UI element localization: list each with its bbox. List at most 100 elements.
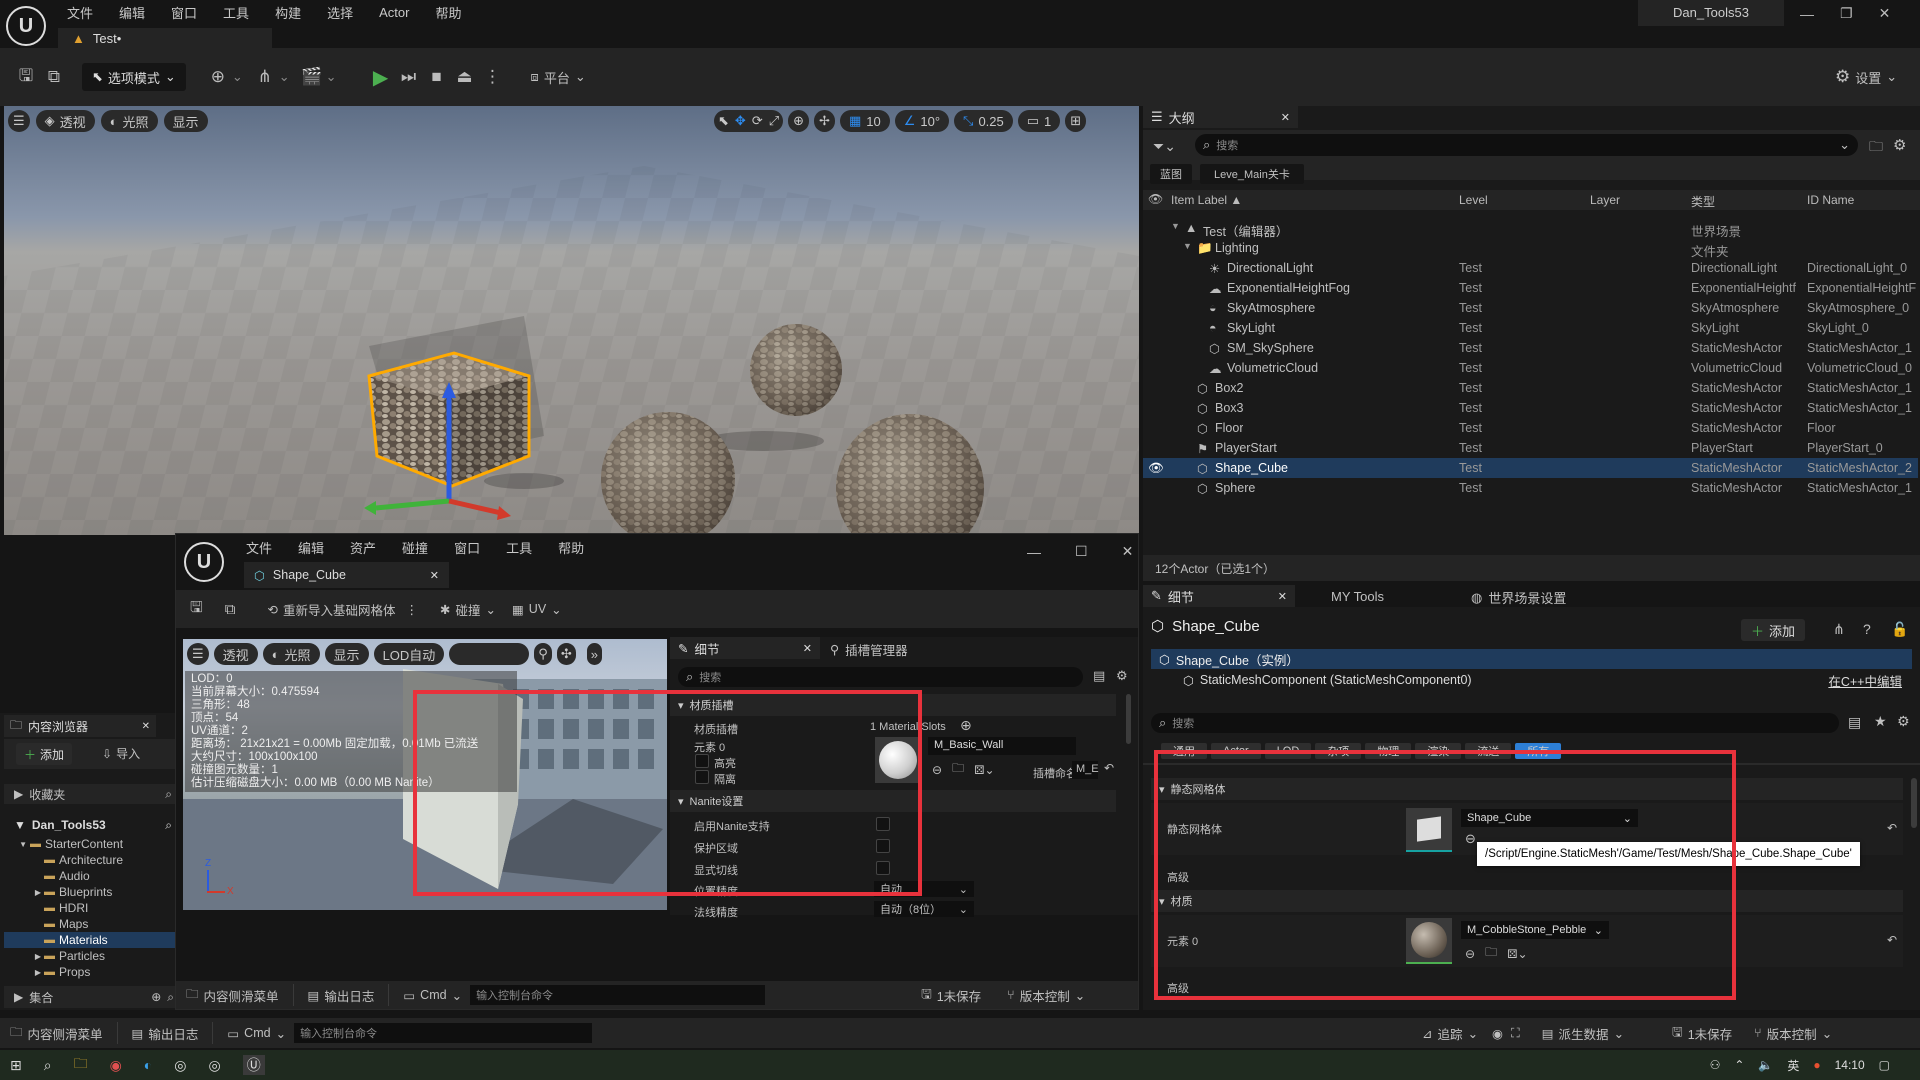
mode-select-button[interactable]: ⬉ 选项模式 ⌄ bbox=[82, 63, 186, 91]
unreal-logo-icon[interactable]: U bbox=[6, 6, 46, 46]
folder-item[interactable]: ▬ Architecture bbox=[4, 852, 178, 868]
cb-add-button[interactable]: ＋ 添加 bbox=[16, 743, 73, 765]
mesh-details-scrollbar[interactable] bbox=[1126, 694, 1131, 744]
use-selected-icon[interactable]: ⊖ bbox=[932, 763, 942, 777]
menu-item[interactable]: 窗口 bbox=[171, 3, 197, 22]
header-id-name[interactable]: ID Name bbox=[1807, 193, 1854, 207]
menu-item[interactable]: 工具 bbox=[223, 3, 249, 22]
world-local-button[interactable]: ⊕ bbox=[788, 110, 810, 132]
save-icon[interactable]: 🖫 bbox=[190, 597, 203, 622]
gear-icon[interactable]: ⚙ bbox=[1893, 136, 1906, 154]
outliner-row[interactable]: ⬡ SM_SkySphere Test StaticMeshActor StaticMe… bbox=[1143, 338, 1918, 358]
reset-icon[interactable]: ↶ bbox=[1887, 933, 1897, 947]
texture-options-icon[interactable]: ⚄⌄ bbox=[974, 763, 994, 777]
help-icon[interactable]: ? bbox=[1863, 621, 1871, 637]
chevron-down-icon[interactable]: ⌄ bbox=[232, 69, 243, 85]
menu-item[interactable]: 窗口 bbox=[454, 538, 480, 557]
mesh-details-search[interactable]: ⌕ 搜索 bbox=[678, 667, 1083, 687]
content-drawer-button[interactable]: 🗀 内容侧滑菜单 bbox=[10, 1023, 103, 1044]
advance-frame-icon[interactable]: ⏭ bbox=[395, 63, 423, 91]
slot-name-field[interactable]: M_E bbox=[1072, 761, 1099, 779]
select-icon[interactable]: ⬉ bbox=[718, 113, 729, 129]
project-row[interactable]: ▼ Dan_Tools53 ⌕ bbox=[4, 815, 178, 835]
rotation-snap-button[interactable]: ∠ 10° bbox=[894, 110, 950, 132]
menu-item[interactable]: 编辑 bbox=[298, 538, 324, 557]
gear-icon[interactable]: ⚙ bbox=[1897, 713, 1910, 730]
console-input[interactable]: 输入控制台命令 bbox=[470, 985, 766, 1005]
outliner-row[interactable]: ☁ VolumetricCloud Test VolumetricCloud Volum… bbox=[1143, 358, 1918, 378]
show-button[interactable]: 显示 bbox=[163, 110, 208, 132]
camera-tool-button[interactable]: ⚲ bbox=[534, 643, 552, 665]
viewport-menu-button[interactable]: ☰ bbox=[187, 643, 209, 665]
surface-snap-button[interactable]: ✢ bbox=[814, 110, 835, 132]
ime-icon[interactable]: 英 bbox=[1787, 1057, 1799, 1074]
close-icon[interactable]: ✕ bbox=[1278, 590, 1287, 603]
menu-item[interactable]: 帮助 bbox=[435, 3, 461, 22]
derived-data-button[interactable]: ▤ 派生数据 ⌄ bbox=[1542, 1024, 1624, 1043]
more-options-icon[interactable]: ⋮ bbox=[479, 63, 507, 91]
socket-manager-tab[interactable]: ⚲ 插槽管理器 bbox=[830, 640, 908, 659]
minimize-icon[interactable]: — bbox=[1800, 6, 1814, 22]
folder-item[interactable]: ▬ Audio bbox=[4, 868, 178, 884]
chevron-down-icon[interactable]: ⌄ bbox=[279, 69, 290, 85]
more-options-icon[interactable]: ⋮ bbox=[406, 602, 419, 617]
outliner-row[interactable]: ⬡ Box2 Test StaticMeshActor StaticMeshActor_… bbox=[1143, 378, 1918, 398]
add-collection-icon[interactable]: ⊕ bbox=[151, 990, 161, 1004]
restore-icon[interactable]: ❐ bbox=[1840, 5, 1853, 22]
file-explorer-icon[interactable]: 🗀 bbox=[74, 1053, 88, 1077]
scale-snap-button[interactable]: ⤡ 0.25 bbox=[954, 110, 1013, 132]
star-icon[interactable]: ★ bbox=[1874, 713, 1887, 730]
folder-item[interactable]: ▼ ▬ StarterContent bbox=[4, 836, 178, 852]
chevron-down-icon[interactable]: ⌄ bbox=[326, 69, 337, 85]
snap-tool-button[interactable]: ✣ bbox=[556, 643, 576, 665]
browse-folder-icon[interactable]: 🗀 bbox=[952, 759, 964, 780]
camera-speed-button[interactable]: ▭ 1 bbox=[1017, 110, 1061, 132]
component-row[interactable]: ⬡ StaticMeshComponent (StaticMeshCompone… bbox=[1151, 670, 1912, 690]
source-control-button[interactable]: ⑂ 版本控制 ⌄ bbox=[1754, 1024, 1832, 1043]
rotate-icon[interactable]: ⟳ bbox=[752, 113, 763, 129]
save-icon[interactable]: 🖫 bbox=[12, 63, 40, 91]
chevron-up-icon[interactable]: ⌃ bbox=[1734, 1058, 1744, 1072]
show-button[interactable]: 显示 bbox=[324, 643, 369, 665]
folder-item[interactable]: ▬ Materials bbox=[4, 932, 178, 948]
edge-icon[interactable]: ◐ bbox=[144, 1057, 152, 1073]
search-icon[interactable]: ⌕ bbox=[44, 1057, 52, 1074]
cmd-button[interactable]: ▭ Cmd ⌄ bbox=[227, 1026, 286, 1041]
table-view-icon[interactable]: ▤ bbox=[1848, 714, 1861, 731]
menu-item[interactable]: 文件 bbox=[67, 3, 93, 22]
settings-button[interactable]: ⚙ 设置 ⌄ bbox=[1835, 67, 1897, 87]
outliner-row[interactable]: ▼ 📁 Lighting 文件夹 bbox=[1143, 238, 1918, 259]
filter-chip[interactable]: Leve_Main关卡 bbox=[1200, 164, 1304, 184]
outliner-row[interactable]: ⬡ Sphere Test StaticMeshActor StaticMeshActo… bbox=[1143, 478, 1918, 498]
volume-icon[interactable]: 🔈 bbox=[1758, 1058, 1773, 1072]
screenshot-icon[interactable]: ⛶ bbox=[1511, 1026, 1520, 1041]
cmd-button[interactable]: ▭ Cmd ⌄ bbox=[403, 988, 462, 1003]
add-slot-icon[interactable]: ⊕ bbox=[960, 717, 972, 734]
scale-icon[interactable]: ⤢ bbox=[769, 113, 779, 129]
visibility-icon[interactable]: 👁 bbox=[1148, 461, 1164, 476]
play-icon[interactable]: ▶ bbox=[367, 63, 395, 91]
source-control-button[interactable]: ⑂ 版本控制 ⌄ bbox=[1007, 986, 1085, 1005]
outliner-row[interactable]: ☀ DirectionalLight Test DirectionalLight Dir… bbox=[1143, 258, 1918, 278]
outliner-row[interactable]: ⚑ PlayerStart Test PlayerStart PlayerStart_0 bbox=[1143, 438, 1918, 458]
output-log-button[interactable]: ▤ 输出日志 bbox=[132, 1024, 199, 1043]
close-icon[interactable]: ✕ bbox=[1122, 543, 1134, 560]
perspective-button[interactable]: 透视 bbox=[213, 643, 258, 665]
outliner-row[interactable]: ☁ ExponentialHeightFog Test ExponentialHeig… bbox=[1143, 278, 1918, 298]
outliner-row[interactable]: ⬡ Box3 Test StaticMeshActor StaticMeshActor_… bbox=[1143, 398, 1918, 418]
outliner-row[interactable]: ◓ SkyLight Test SkyLight SkyLight_0 bbox=[1143, 318, 1918, 338]
folder-item[interactable]: ▶ ▬ Props bbox=[4, 964, 178, 980]
notification-icon[interactable]: ▢ bbox=[1879, 1058, 1890, 1072]
slot-material-dropdown[interactable]: M_Basic_Wall bbox=[928, 737, 1076, 755]
edit-in-cpp-link[interactable]: 在C++中编辑 bbox=[1828, 671, 1902, 690]
content-browse-icon[interactable]: ⧉ bbox=[40, 63, 68, 91]
mesh-details-tab[interactable]: ✎ 细节 ✕ bbox=[670, 637, 820, 659]
collision-button[interactable]: ✱ 碰撞 ⌄ bbox=[440, 600, 496, 619]
unreal-taskbar-icon[interactable]: Ⓤ bbox=[242, 1055, 265, 1075]
close-icon[interactable]: ✕ bbox=[803, 642, 812, 655]
viewport-layout-button[interactable]: ⊞ bbox=[1065, 110, 1087, 132]
menu-item[interactable]: 选择 bbox=[327, 3, 353, 22]
stop-icon[interactable]: ■ bbox=[423, 63, 451, 91]
reimport-button[interactable]: ⟲ 重新导入基础网格体 bbox=[268, 600, 396, 619]
outliner-row[interactable]: 👁 ⬡ Shape_Cube Test StaticMeshActor StaticMes… bbox=[1143, 458, 1918, 478]
